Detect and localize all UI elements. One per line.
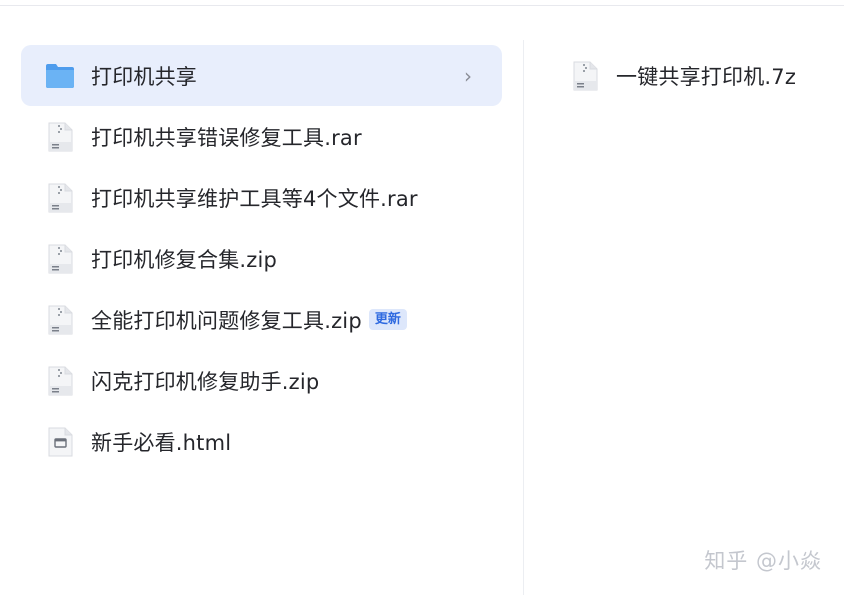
list-item-printer-share-folder[interactable]: 打印机共享 ›	[21, 45, 502, 106]
archive-file-icon	[45, 244, 75, 274]
archive-file-icon	[45, 366, 75, 396]
list-item-label: 打印机共享维护工具等4个文件.rar	[91, 186, 418, 211]
archive-file-icon	[45, 305, 75, 335]
list-item-file[interactable]: 一键共享打印机.7z	[546, 45, 836, 106]
list-item-label: 打印机共享错误修复工具.rar	[91, 125, 362, 150]
list-item-label: 打印机修复合集.zip	[91, 247, 278, 272]
archive-file-icon	[45, 122, 75, 152]
chevron-right-icon[interactable]: ›	[464, 64, 472, 88]
list-item-file[interactable]: 全能打印机问题修复工具.zip 更新	[21, 289, 502, 350]
top-bar	[0, 0, 844, 6]
folder-icon	[45, 61, 75, 91]
list-item-file[interactable]: 打印机共享维护工具等4个文件.rar	[21, 167, 502, 228]
archive-file-icon	[45, 183, 75, 213]
folder-contents-pane: 一键共享打印机.7z	[546, 45, 836, 106]
list-item-file[interactable]: 打印机共享错误修复工具.rar	[21, 106, 502, 167]
list-item-label: 打印机共享	[91, 64, 197, 89]
list-item-label: 新手必看.html	[91, 430, 232, 455]
update-badge: 更新	[368, 309, 407, 330]
list-item-label: 闪克打印机修复助手.zip	[91, 369, 320, 394]
watermark: 知乎 @小焱	[704, 549, 822, 573]
html-file-icon	[45, 427, 75, 457]
list-item-file[interactable]: 闪克打印机修复助手.zip	[21, 350, 502, 411]
folder-tree-pane: 打印机共享 › 打印机共享错误修复工具.rar 打印机共享维护工具等4个文件.r…	[21, 45, 502, 472]
list-item-file[interactable]: 打印机修复合集.zip	[21, 228, 502, 289]
list-item-file[interactable]: 新手必看.html	[21, 411, 502, 472]
pane-divider[interactable]	[523, 40, 524, 595]
archive-file-icon	[570, 61, 600, 91]
list-item-label: 一键共享打印机.7z	[616, 64, 797, 89]
list-item-label: 全能打印机问题修复工具.zip	[91, 308, 362, 333]
